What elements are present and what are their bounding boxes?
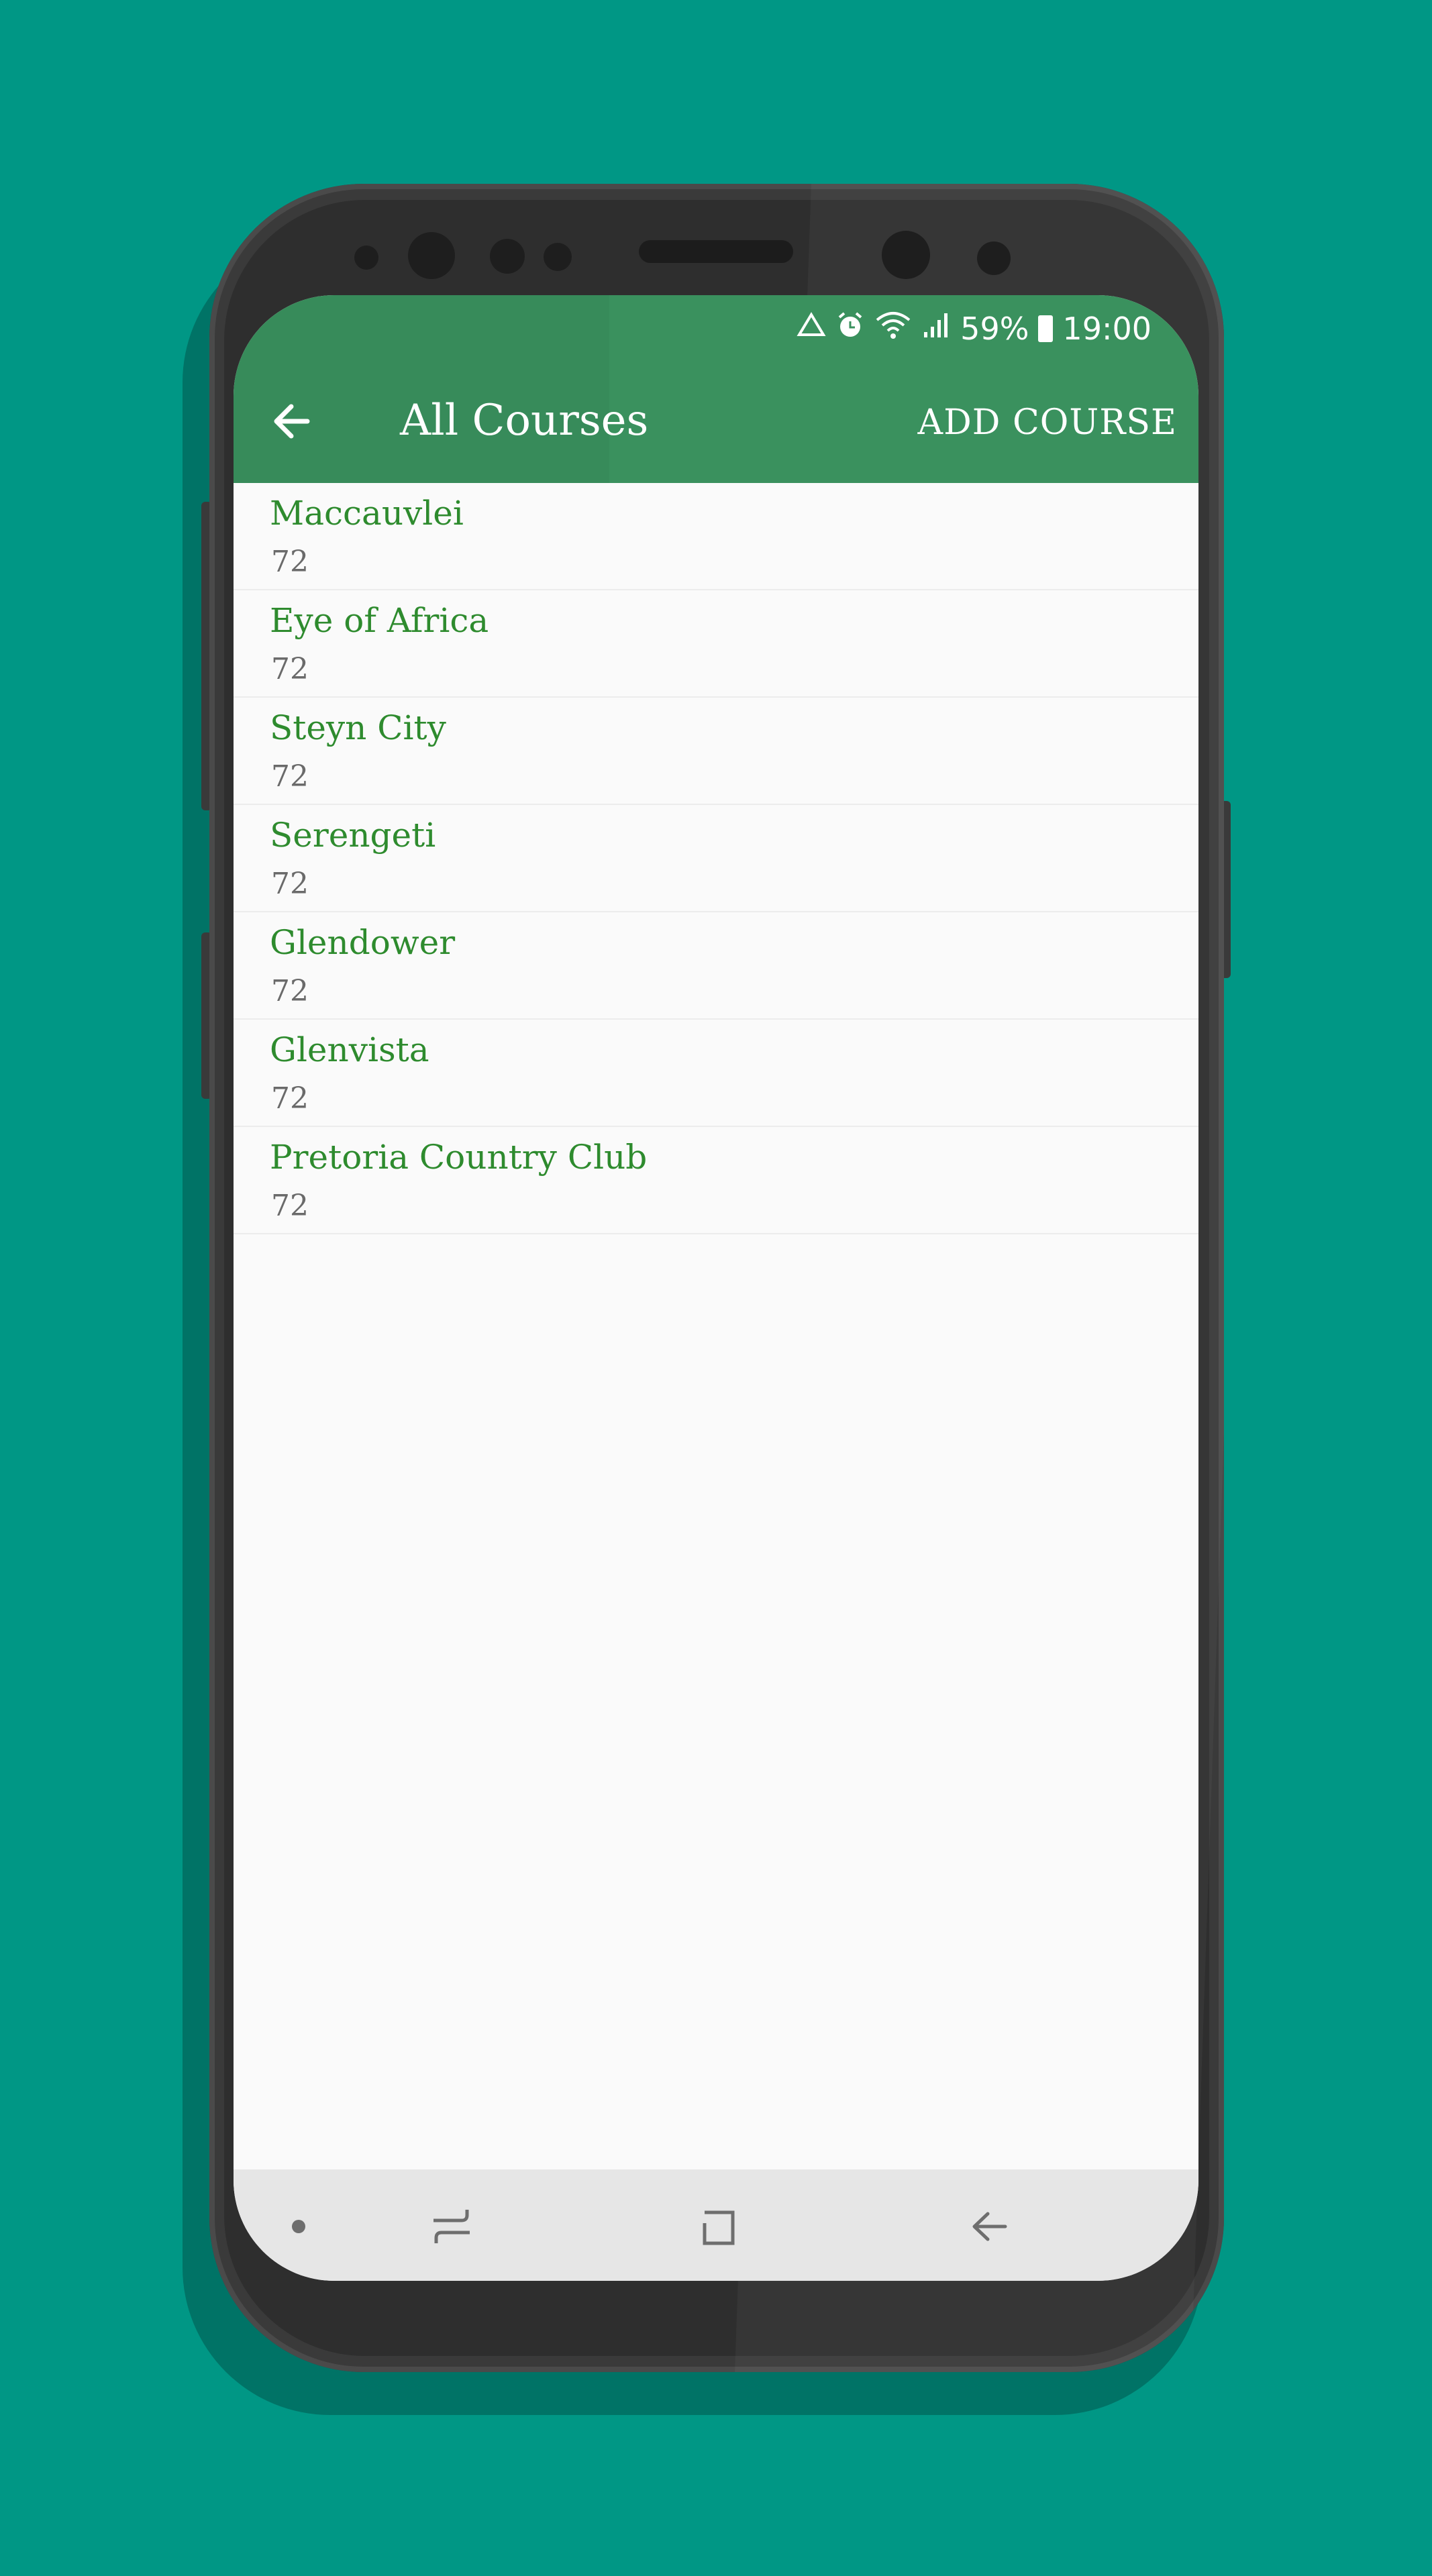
earpiece-speaker [639, 240, 793, 263]
recent-apps-icon[interactable] [428, 2203, 475, 2250]
list-item[interactable]: Serengeti 72 [234, 805, 1198, 912]
page-title: All Courses [400, 396, 649, 445]
course-par: 72 [271, 974, 309, 1008]
battery-percent: 59% [960, 311, 1029, 347]
battery-icon [1038, 315, 1054, 342]
course-name: Maccauvlei [270, 494, 464, 533]
arrow-left-icon[interactable] [266, 394, 319, 448]
navigation-bar [234, 2169, 1198, 2281]
course-name: Eye of Africa [270, 601, 489, 640]
add-course-button[interactable]: ADD COURSE [918, 396, 1177, 449]
signal-icon [921, 311, 951, 347]
screen: 59% 19:00 All Courses ADD COURSE Maccauv… [234, 295, 1198, 2281]
list-item[interactable]: Maccauvlei 72 [234, 483, 1198, 590]
course-name: Glendower [270, 923, 456, 962]
status-bar: 59% 19:00 [797, 309, 1152, 349]
course-par: 72 [271, 759, 309, 794]
back-icon[interactable] [966, 2203, 1013, 2250]
list-item[interactable]: Pretoria Country Club 72 [234, 1127, 1198, 1234]
dot-icon[interactable] [275, 2203, 322, 2250]
list-item[interactable]: Glenvista 72 [234, 1020, 1198, 1127]
home-icon[interactable] [695, 2203, 742, 2250]
course-par: 72 [271, 652, 309, 686]
course-par: 72 [271, 867, 309, 901]
sensor-dot [354, 246, 378, 270]
app-bar: 59% 19:00 All Courses ADD COURSE [234, 295, 1198, 483]
course-name: Serengeti [270, 816, 436, 855]
course-par: 72 [271, 1189, 309, 1223]
course-name: Pretoria Country Club [270, 1138, 648, 1177]
course-name: Glenvista [270, 1030, 429, 1069]
front-camera [408, 232, 455, 279]
proximity-sensor [544, 243, 572, 271]
recycle-icon [797, 312, 826, 345]
iris-camera [882, 231, 930, 279]
course-name: Steyn City [270, 708, 446, 747]
led-indicator [977, 241, 1011, 275]
wifi-icon [874, 311, 912, 347]
status-time: 19:00 [1062, 311, 1152, 347]
course-par: 72 [271, 545, 309, 579]
course-list: Maccauvlei 72 Eye of Africa 72 Steyn City 72 S… [234, 483, 1198, 1234]
iris-sensor [490, 239, 525, 274]
list-item[interactable]: Steyn City 72 [234, 698, 1198, 805]
course-par: 72 [271, 1081, 309, 1116]
list-item[interactable]: Glendower 72 [234, 912, 1198, 1020]
list-item[interactable]: Eye of Africa 72 [234, 590, 1198, 698]
alarm-icon [835, 311, 865, 347]
